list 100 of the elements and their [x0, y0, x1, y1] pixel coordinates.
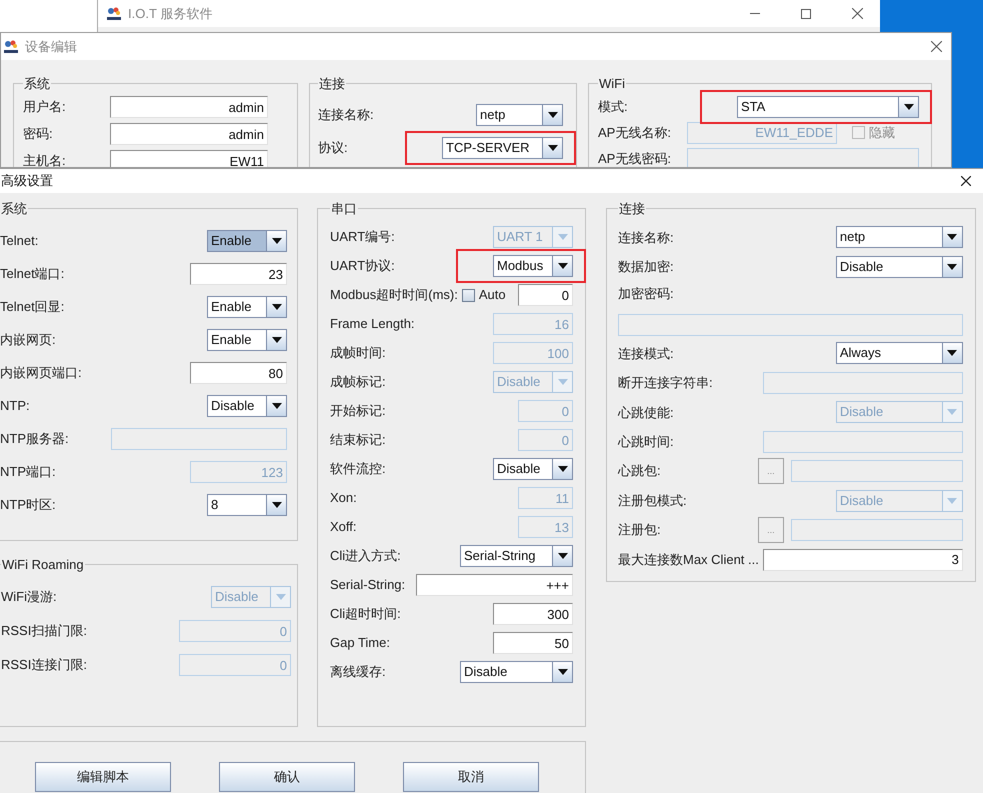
- dropdown[interactable]: Modbus: [493, 255, 573, 277]
- field-label: 成帧标记:: [330, 373, 386, 392]
- field-label: Serial-String:: [330, 576, 406, 594]
- field-label: 用户名:: [23, 98, 66, 116]
- dropdown-arrow-icon: [947, 234, 958, 240]
- field-label: 注册包模式:: [618, 492, 687, 510]
- window-title: I.O.T 服务软件: [128, 4, 212, 23]
- dropdown-arrow-icon: [558, 234, 568, 240]
- dropdown[interactable]: Enable: [207, 296, 287, 318]
- field-label: AP无线名称:: [598, 124, 671, 140]
- group-title: WiFi Roaming: [1, 556, 85, 574]
- field-label: Telnet回显:: [0, 298, 64, 316]
- dropdown[interactable]: TCP-SERVER: [442, 137, 563, 159]
- field-label: 最大连接数Max Client ...: [618, 551, 759, 569]
- field-label: 内嵌网页:: [0, 331, 56, 350]
- field-label: 连接名称:: [618, 228, 674, 246]
- group-title: 连接: [318, 75, 346, 93]
- close-icon[interactable]: [931, 41, 942, 52]
- dropdown-arrow-icon: [947, 264, 958, 270]
- field-label: WiFi漫游:: [1, 588, 57, 606]
- dropdown[interactable]: STA: [737, 96, 919, 118]
- text-field[interactable]: 3: [762, 548, 963, 571]
- dropdown-arrow-icon: [272, 502, 282, 508]
- field-label: 数据加密:: [618, 258, 674, 276]
- minimize-icon[interactable]: [750, 13, 760, 14]
- field-label: 心跳包:: [618, 463, 661, 478]
- dropdown-arrow-icon: [947, 350, 958, 356]
- dropdown[interactable]: Disable: [207, 395, 287, 417]
- group-title: 系统: [0, 200, 28, 218]
- field-label: 软件流控:: [330, 460, 386, 478]
- field-label: UART协议:: [330, 257, 395, 276]
- field-label: 密码:: [23, 125, 53, 144]
- dropdown-arrow-icon: [558, 379, 568, 385]
- field-label: Modbus超时时间(ms):: [330, 286, 458, 304]
- field-label: Xon:: [330, 489, 357, 508]
- window-title: 高级设置: [0, 172, 53, 190]
- field-label: 离线缓存:: [330, 663, 386, 682]
- dialog-button[interactable]: 确认: [219, 762, 355, 792]
- close-icon[interactable]: [961, 176, 971, 186]
- text-field[interactable]: 23: [190, 263, 287, 285]
- dropdown[interactable]: Enable: [207, 329, 287, 351]
- dropdown[interactable]: Enable: [207, 230, 287, 252]
- field-label: AP无线密码:: [598, 150, 671, 167]
- dropdown-arrow-icon: [272, 337, 282, 343]
- checkbox[interactable]: [462, 288, 475, 302]
- dropdown-arrow-icon: [272, 403, 282, 409]
- close-icon[interactable]: [852, 8, 863, 19]
- text-field[interactable]: +++: [416, 574, 573, 596]
- text-field[interactable]: 0: [518, 284, 573, 306]
- field-label: Gap Time:: [330, 634, 390, 652]
- dropdown[interactable]: Always: [836, 342, 963, 364]
- text-field[interactable]: admin: [110, 123, 268, 145]
- dropdown[interactable]: 8: [207, 494, 287, 516]
- field-label: Cli进入方式:: [330, 547, 401, 566]
- field-label: 连接模式:: [618, 344, 674, 362]
- window-title: 设备编辑: [25, 38, 77, 56]
- field-label: 心跳时间:: [618, 433, 674, 451]
- dropdown-arrow-icon: [558, 263, 568, 269]
- field-label: Cli超时时间:: [330, 605, 401, 624]
- field-label: Telnet:: [0, 232, 38, 250]
- text-field[interactable]: 300: [493, 603, 573, 625]
- field-label: 主机名:: [23, 152, 66, 167]
- field-label: 加密密码:: [618, 285, 675, 304]
- dialog-button[interactable]: 取消: [403, 762, 539, 792]
- field-label: 模式:: [598, 98, 628, 116]
- field-label: RSSI连接门限:: [1, 656, 87, 674]
- checkbox-label: Auto: [478, 286, 506, 304]
- dropdown[interactable]: Disable: [836, 256, 963, 278]
- text-field[interactable]: admin: [110, 96, 268, 118]
- dropdown-arrow-icon: [276, 594, 286, 600]
- dropdown-arrow-icon: [904, 104, 914, 110]
- maximize-icon[interactable]: [801, 8, 811, 18]
- dropdown-arrow-icon: [947, 409, 958, 416]
- dropdown[interactable]: Serial-String: [460, 545, 573, 567]
- dropdown[interactable]: netp: [836, 226, 963, 248]
- field-label: NTP:: [0, 397, 30, 416]
- field-label: 开始标记:: [330, 402, 386, 420]
- field-label: Xoff:: [330, 518, 357, 536]
- text-field[interactable]: 50: [493, 632, 573, 654]
- field-label: 断开连接字符串:: [618, 374, 713, 392]
- dropdown-arrow-icon: [558, 669, 568, 675]
- dropdown[interactable]: netp: [476, 104, 563, 126]
- field-label: 结束标记:: [330, 431, 386, 450]
- text-field[interactable]: 80: [190, 362, 287, 384]
- group-title: WiFi: [598, 75, 626, 93]
- dropdown-arrow-icon: [548, 145, 558, 151]
- dropdown[interactable]: Disable: [493, 458, 573, 480]
- dropdown[interactable]: Disable: [460, 661, 573, 683]
- field-label: 注册包:: [618, 522, 661, 538]
- field-label: 协议:: [318, 139, 348, 158]
- dialog-button[interactable]: 编辑脚本: [35, 762, 171, 792]
- text-field[interactable]: EW11: [110, 150, 268, 167]
- app-logo-icon: [106, 6, 122, 20]
- field-label: 连接名称:: [318, 106, 374, 124]
- dropdown-arrow-icon: [272, 304, 282, 310]
- field-label: UART编号:: [330, 228, 395, 246]
- field-label: RSSI扫描门限:: [1, 622, 87, 640]
- group-title: 连接: [618, 200, 646, 218]
- dropdown-arrow-icon: [947, 498, 958, 504]
- group-title: 串口: [330, 200, 358, 218]
